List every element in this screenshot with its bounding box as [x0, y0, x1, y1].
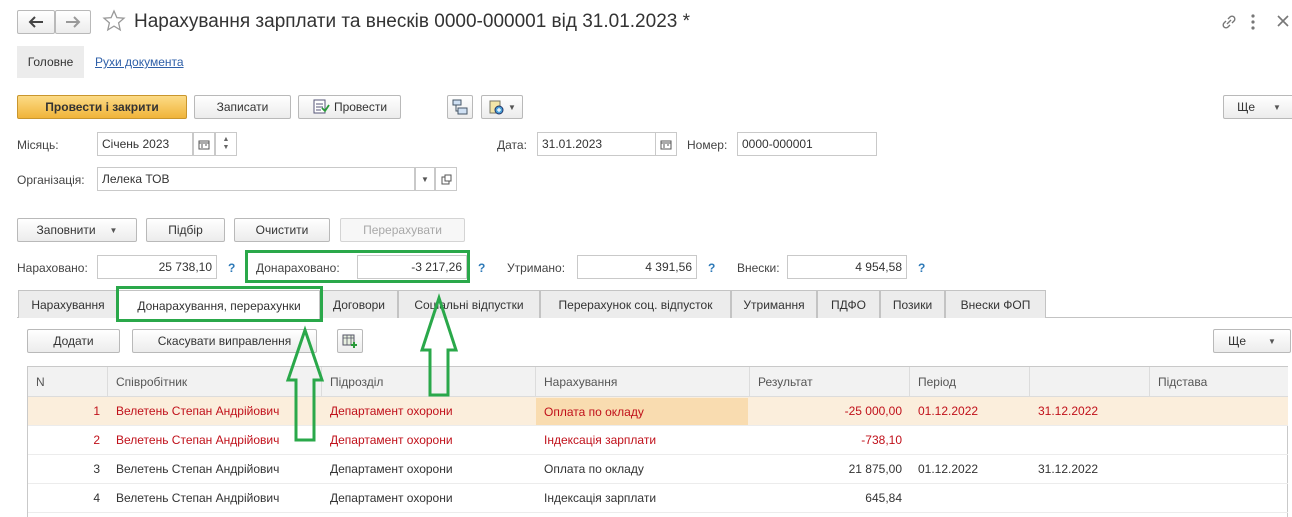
annotation-arrows	[285, 293, 459, 442]
annotation-arrow-up-left	[285, 325, 325, 442]
annotation-arrow-up-right	[419, 293, 459, 397]
